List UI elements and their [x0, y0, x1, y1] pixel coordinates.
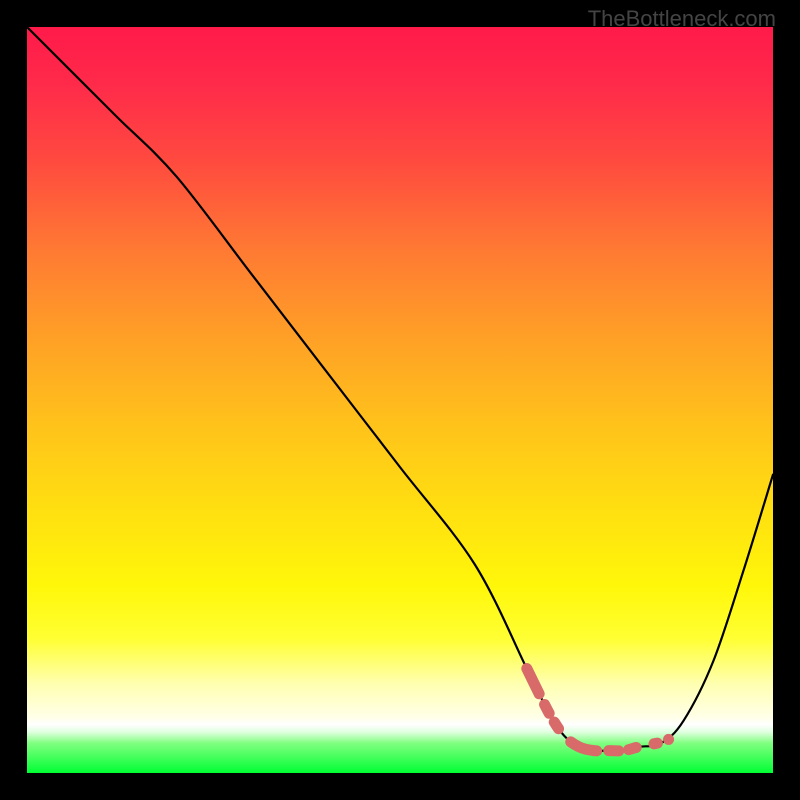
bottleneck-curve [27, 27, 773, 751]
watermark-text: TheBottleneck.com [588, 6, 776, 32]
highlight-range [527, 669, 658, 751]
chart-plot-area [27, 27, 773, 773]
chart-svg [27, 27, 773, 773]
highlight-dot [663, 734, 674, 745]
